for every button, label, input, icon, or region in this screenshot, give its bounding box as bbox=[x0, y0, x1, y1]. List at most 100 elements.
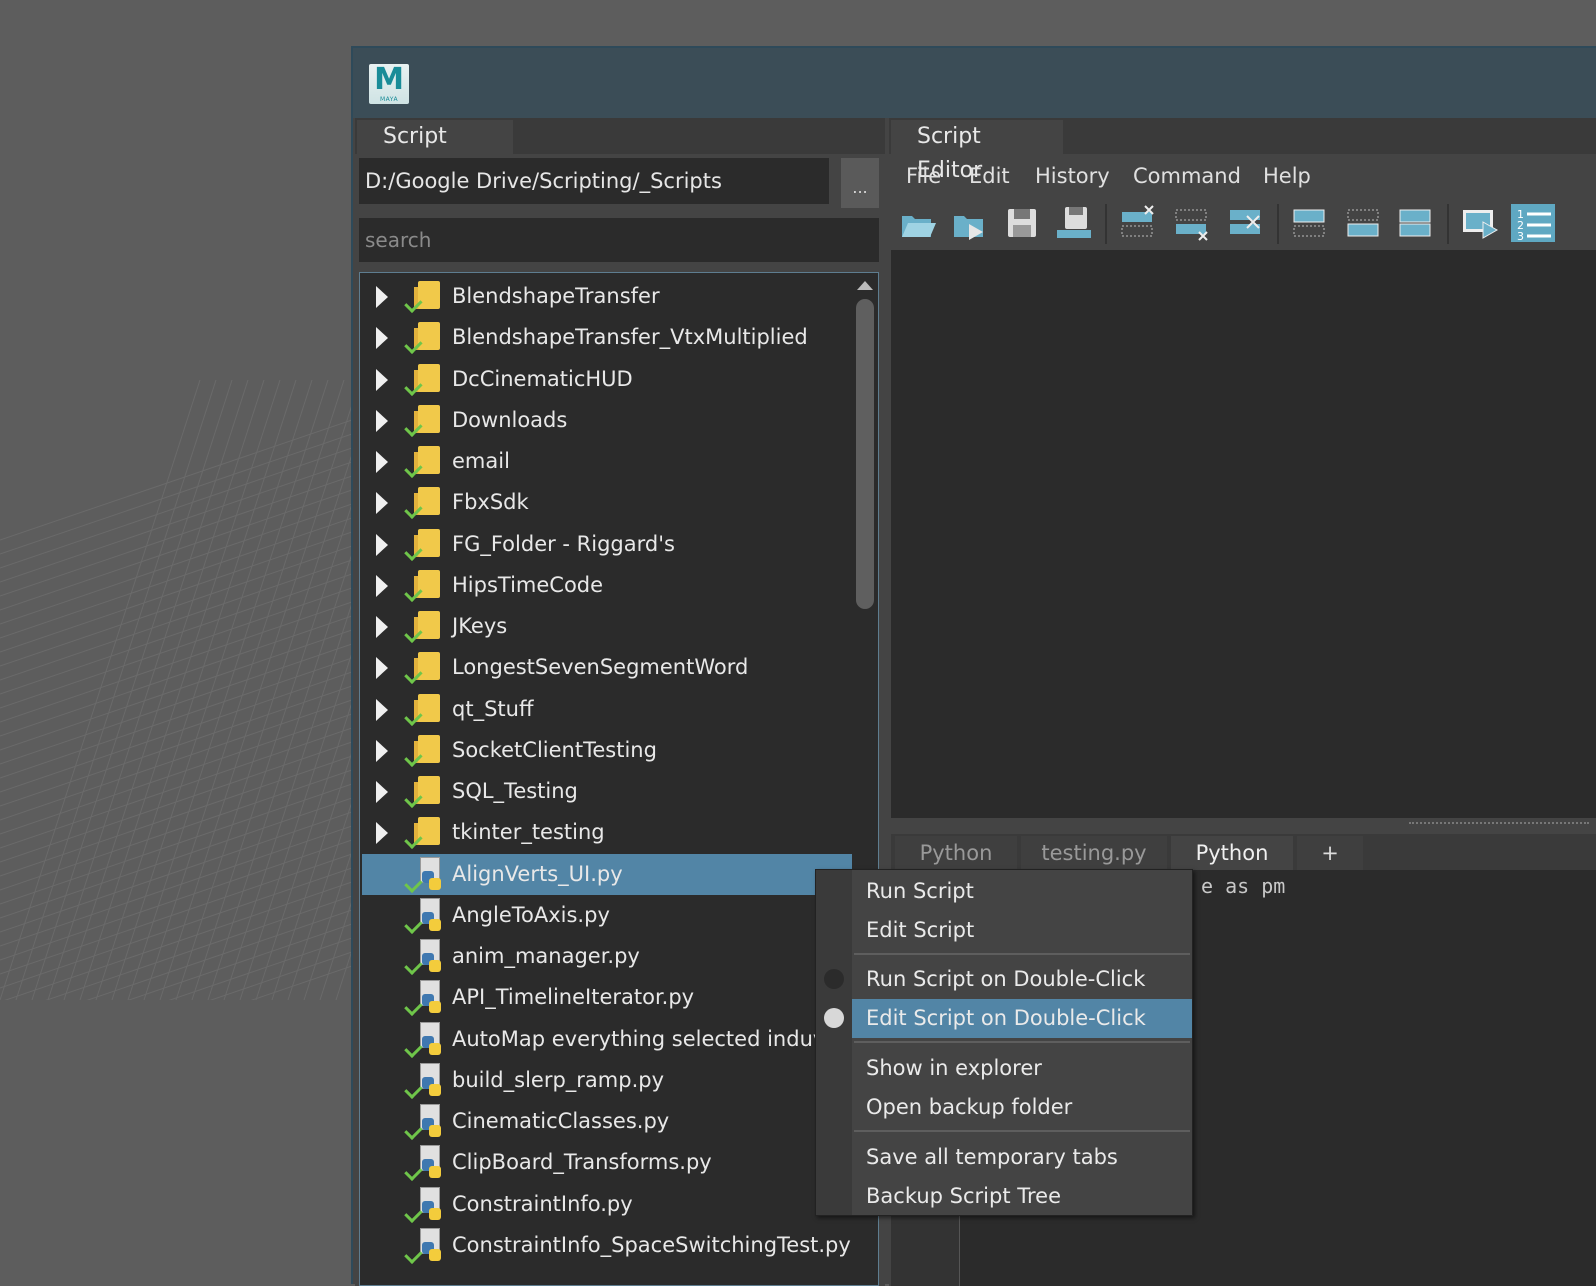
folder-icon bbox=[404, 693, 442, 726]
menu-item-show-in-explorer[interactable]: Show in explorer bbox=[852, 1049, 1192, 1088]
tree-folder-row[interactable]: tkinter_testing bbox=[362, 812, 852, 853]
tree-folder-row[interactable]: BlendshapeTransfer_VtxMultiplied bbox=[362, 317, 852, 358]
tree-item-label: FbxSdk bbox=[452, 490, 529, 515]
folder-icon bbox=[404, 734, 442, 767]
tree-folder-row[interactable]: SQL_Testing bbox=[362, 771, 852, 812]
radio-off-icon bbox=[824, 969, 844, 989]
execute-icon[interactable] bbox=[1461, 204, 1499, 242]
clear-all-icon[interactable] bbox=[1227, 204, 1265, 242]
expand-arrow-icon[interactable] bbox=[376, 739, 388, 762]
expand-arrow-icon[interactable] bbox=[376, 698, 388, 721]
python-file-icon bbox=[404, 1227, 444, 1264]
clear-history-icon[interactable] bbox=[1119, 204, 1157, 242]
menu-item-backup-script-tree[interactable]: Backup Script Tree bbox=[852, 1177, 1192, 1216]
tree-file-row[interactable]: build_slerp_ramp.py bbox=[362, 1060, 852, 1101]
grid-lines bbox=[0, 380, 352, 1000]
tree-item-label: LongestSevenSegmentWord bbox=[452, 655, 749, 680]
tree-folder-row[interactable]: FbxSdk bbox=[362, 482, 852, 523]
expand-arrow-icon[interactable] bbox=[376, 492, 388, 515]
tree-folder-row[interactable]: BlendshapeTransfer bbox=[362, 276, 852, 317]
expand-arrow-icon[interactable] bbox=[376, 533, 388, 556]
tab-python-2[interactable]: Python bbox=[1171, 836, 1293, 870]
tree-item-label: AutoMap everything selected induvidu bbox=[452, 1026, 858, 1051]
show-both-icon[interactable] bbox=[1397, 204, 1435, 242]
radio-on-icon bbox=[824, 1008, 844, 1028]
line-numbers-icon[interactable]: 123 bbox=[1511, 204, 1555, 243]
editor-menubar: File Edit History Command Help bbox=[889, 156, 1596, 196]
open-script-icon[interactable] bbox=[899, 204, 937, 242]
scroll-thumb[interactable] bbox=[856, 299, 874, 609]
menu-command[interactable]: Command bbox=[1133, 156, 1241, 196]
menu-edit[interactable]: Edit bbox=[969, 156, 1010, 196]
tab-python-1[interactable]: Python bbox=[895, 836, 1017, 870]
logo-letter: M bbox=[374, 62, 404, 97]
save-to-shelf-icon[interactable] bbox=[1055, 204, 1093, 242]
tree-folder-row[interactable]: DcCinematicHUD bbox=[362, 359, 852, 400]
tree-file-row[interactable]: ClipBoard_Transforms.py bbox=[362, 1142, 852, 1183]
tree-file-row[interactable]: API_TimelineIterator.py bbox=[362, 977, 852, 1018]
folder-icon bbox=[404, 611, 442, 643]
expand-arrow-icon[interactable] bbox=[376, 822, 388, 845]
menu-separator bbox=[854, 953, 1190, 955]
tree-folder-row[interactable]: email bbox=[362, 441, 852, 482]
folder-icon bbox=[404, 776, 442, 808]
expand-arrow-icon[interactable] bbox=[376, 286, 388, 308]
browse-path-button[interactable]: ... bbox=[841, 158, 879, 208]
show-input-icon[interactable] bbox=[1345, 204, 1383, 242]
tree-folder-row[interactable]: SocketClientTesting bbox=[362, 730, 852, 771]
menu-item-edit-script[interactable]: Edit Script bbox=[852, 911, 1192, 950]
tree-file-row[interactable]: AutoMap everything selected induvidu bbox=[362, 1019, 858, 1060]
script-tree-tabbar: Script Tree bbox=[355, 118, 885, 183]
tree-file-row[interactable]: ConstraintInfo_SpaceSwitchingTest.py bbox=[362, 1225, 852, 1266]
tree-search-input[interactable] bbox=[359, 218, 879, 262]
tree-folder-row[interactable]: FG_Folder - Riggard's bbox=[362, 524, 852, 565]
folder-icon bbox=[404, 528, 442, 561]
menu-item-run-on-double-click[interactable]: Run Script on Double-Click bbox=[852, 960, 1192, 999]
menu-item-edit-on-double-click[interactable]: Edit Script on Double-Click bbox=[852, 999, 1192, 1038]
expand-arrow-icon[interactable] bbox=[376, 451, 388, 473]
tree-file-row-selected[interactable]: AlignVerts_UI.py bbox=[362, 853, 852, 895]
menu-history[interactable]: History bbox=[1035, 156, 1110, 196]
expand-arrow-icon[interactable] bbox=[376, 657, 388, 680]
expand-arrow-icon[interactable] bbox=[376, 368, 388, 391]
tree-item-label: qt_Stuff bbox=[452, 696, 534, 721]
menu-item-run-script[interactable]: Run Script bbox=[852, 872, 1192, 911]
tree-folder-row[interactable]: JKeys bbox=[362, 606, 852, 647]
tree-context-menu: Run Script Edit Script Run Script on Dou… bbox=[815, 869, 1193, 1216]
menu-file[interactable]: File bbox=[906, 156, 941, 196]
tree-file-row[interactable]: AngleToAxis.py bbox=[362, 895, 852, 936]
save-script-icon[interactable] bbox=[1003, 204, 1041, 242]
tree-file-row[interactable]: ConstraintInfo.py bbox=[362, 1184, 852, 1225]
source-script-icon[interactable] bbox=[951, 204, 989, 242]
tree-file-row[interactable]: anim_manager.py bbox=[362, 936, 852, 977]
tree-file-row[interactable]: CinematicClasses.py bbox=[362, 1101, 852, 1142]
show-history-icon[interactable] bbox=[1291, 204, 1329, 242]
tree-folder-row[interactable]: qt_Stuff bbox=[362, 689, 852, 730]
script-tree-list[interactable]: BlendshapeTransfer BlendshapeTransfer_Vtx… bbox=[359, 272, 879, 1286]
history-output-pane[interactable] bbox=[891, 250, 1596, 818]
scroll-up-arrow-icon[interactable] bbox=[857, 281, 873, 290]
expand-arrow-icon[interactable] bbox=[376, 327, 388, 350]
root-path-field[interactable]: D:/Google Drive/Scripting/_Scripts bbox=[359, 158, 829, 204]
expand-arrow-icon[interactable] bbox=[376, 616, 388, 638]
script-tree-panel: Script Tree D:/Google Drive/Scripting/_S… bbox=[355, 118, 885, 1286]
tree-item-label: build_slerp_ramp.py bbox=[452, 1067, 665, 1092]
tree-folder-row[interactable]: LongestSevenSegmentWord bbox=[362, 647, 852, 688]
tree-item-label: ConstraintInfo_SpaceSwitchingTest.py bbox=[452, 1232, 851, 1257]
tree-folder-row[interactable]: Downloads bbox=[362, 400, 852, 441]
viewport-grid bbox=[0, 380, 352, 1000]
menu-item-open-backup-folder[interactable]: Open backup folder bbox=[852, 1088, 1192, 1127]
add-tab-button[interactable]: + bbox=[1297, 836, 1363, 870]
expand-arrow-icon[interactable] bbox=[376, 574, 388, 597]
clear-input-icon[interactable] bbox=[1173, 204, 1211, 242]
menu-item-save-temp-tabs[interactable]: Save all temporary tabs bbox=[852, 1138, 1192, 1177]
expand-arrow-icon[interactable] bbox=[376, 409, 388, 432]
menu-help[interactable]: Help bbox=[1263, 156, 1311, 196]
tree-folder-row[interactable]: HipsTimeCode bbox=[362, 565, 852, 606]
pane-split-handle[interactable] bbox=[1409, 822, 1589, 824]
tab-testing-py[interactable]: testing.py bbox=[1021, 836, 1167, 870]
expand-arrow-icon[interactable] bbox=[376, 781, 388, 803]
tab-script-tree[interactable]: Script Tree bbox=[357, 120, 513, 183]
tree-item-label: tkinter_testing bbox=[452, 820, 605, 845]
tab-script-editor[interactable]: Script Editor bbox=[891, 120, 1063, 183]
